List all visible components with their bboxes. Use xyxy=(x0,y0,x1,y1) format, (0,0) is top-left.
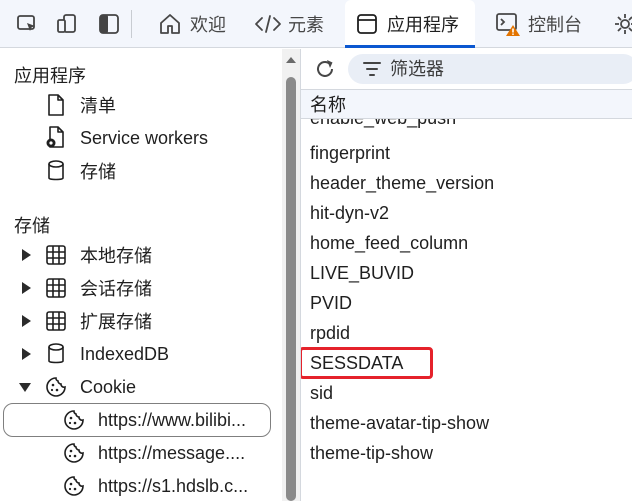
tab-elements[interactable]: 元素 xyxy=(248,0,330,48)
scroll-up-arrow-icon[interactable] xyxy=(286,57,296,63)
sidebar-item-session-storage[interactable]: 会话存储 xyxy=(0,272,282,304)
sidebar-item-indexeddb[interactable]: IndexedDB xyxy=(0,338,282,370)
cookie-icon xyxy=(62,474,86,498)
sidebar-scrollbar[interactable] xyxy=(282,49,300,501)
tab-label: 元素 xyxy=(288,15,324,35)
document-icon xyxy=(44,93,68,117)
cell-name: rpdid xyxy=(310,322,351,343)
cookies-panel: 名称 enable_web_push fingerprint header_th… xyxy=(300,49,632,501)
cell-name: fingerprint xyxy=(310,142,391,163)
toolbar-divider xyxy=(131,10,132,38)
sidebar-item-cookie[interactable]: Cookie xyxy=(0,371,282,403)
tab-welcome[interactable]: 欢迎 xyxy=(150,0,232,48)
sidebar-item-label: 会话存储 xyxy=(80,279,152,299)
table-row[interactable]: theme-avatar-tip-show xyxy=(301,408,632,438)
expand-arrow-icon[interactable] xyxy=(22,348,31,360)
sidebar-item-manifest[interactable]: 清单 xyxy=(0,89,282,121)
cell-name: hit-dyn-v2 xyxy=(310,202,390,223)
column-header-label: 名称 xyxy=(310,95,346,115)
sidebar-item-label: https://s1.hdslb.c... xyxy=(98,475,249,496)
console-warning-icon xyxy=(494,10,522,38)
section-title-storage: 存储 xyxy=(14,216,50,236)
sidebar-item-label: 存储 xyxy=(80,162,116,182)
cell-name: sid xyxy=(310,382,334,403)
application-sidebar: 应用程序 清单 Service workers 存储 存储 本地存储 会话存储 xyxy=(0,49,282,501)
home-icon xyxy=(156,10,184,38)
grid-icon xyxy=(44,243,68,267)
tab-console[interactable]: 控制台 xyxy=(488,0,588,48)
table-row[interactable]: hit-dyn-v2 xyxy=(301,198,632,228)
sidebar-item-label: Service workers xyxy=(80,127,209,148)
sidebar-item-service-workers[interactable]: Service workers xyxy=(0,122,282,154)
filter-input[interactable] xyxy=(390,58,590,80)
sidebar-item-label: Cookie xyxy=(80,376,137,397)
cell-name: header_theme_version xyxy=(310,172,495,193)
cell-name: enable_web_push xyxy=(310,119,456,129)
tab-label: 控制台 xyxy=(528,15,582,35)
cookie-table-body: enable_web_push fingerprint header_theme… xyxy=(301,119,632,501)
cell-name: theme-avatar-tip-show xyxy=(310,412,490,433)
table-row[interactable]: home_feed_column xyxy=(301,228,632,258)
sidebar-item-label: https://message.... xyxy=(98,442,246,463)
sidebar-item-cookie-site[interactable]: https://message.... xyxy=(0,437,282,469)
sidebar-item-cookie-site[interactable]: https://www.bilibi... xyxy=(0,404,282,436)
table-row[interactable]: PVID xyxy=(301,288,632,318)
cell-name: LIVE_BUVID xyxy=(310,262,415,283)
sidebar-item-label: 本地存储 xyxy=(80,246,152,266)
table-row[interactable]: header_theme_version xyxy=(301,168,632,198)
table-row[interactable]: theme-tip-show xyxy=(301,438,632,468)
filter-box[interactable] xyxy=(348,54,632,84)
tab-label: 应用程序 xyxy=(387,15,459,35)
sidebar-item-label: IndexedDB xyxy=(80,343,170,364)
table-row[interactable]: rpdid xyxy=(301,318,632,348)
collapse-arrow-icon[interactable] xyxy=(19,383,31,392)
cell-name: theme-tip-show xyxy=(310,442,434,463)
sidebar-item-cookie-site[interactable]: https://s1.hdslb.c... xyxy=(0,470,282,501)
expand-arrow-icon[interactable] xyxy=(22,282,31,294)
cookie-icon xyxy=(62,441,86,465)
grid-icon xyxy=(44,309,68,333)
cell-name: home_feed_column xyxy=(310,232,469,253)
sidebar-item-storage[interactable]: 存储 xyxy=(0,155,282,187)
sidebar-item-local-storage[interactable]: 本地存储 xyxy=(0,239,282,271)
database-icon xyxy=(44,159,68,183)
red-highlight-box xyxy=(301,347,433,379)
more-tools-icon[interactable] xyxy=(610,9,632,39)
column-header-name[interactable]: 名称 xyxy=(301,89,632,119)
tab-application[interactable]: 应用程序 xyxy=(345,0,475,48)
sidebar-item-label: 清单 xyxy=(80,96,116,116)
application-window-icon xyxy=(353,10,381,38)
table-row[interactable]: LIVE_BUVID xyxy=(301,258,632,288)
code-icon xyxy=(254,10,282,38)
sidebar-item-label: 扩展存储 xyxy=(80,312,152,332)
refresh-icon[interactable] xyxy=(311,55,339,83)
sidebar-item-label: https://www.bilibi... xyxy=(98,409,247,430)
cookie-icon xyxy=(44,375,68,399)
sidebar-item-extension-storage[interactable]: 扩展存储 xyxy=(0,305,282,337)
gear-document-icon xyxy=(44,126,68,150)
device-toolbar-icon[interactable] xyxy=(52,9,82,39)
cell-name: PVID xyxy=(310,292,353,313)
inspect-element-icon[interactable] xyxy=(12,9,42,39)
database-icon xyxy=(44,342,68,366)
table-row[interactable]: sid xyxy=(301,378,632,408)
toggle-sidebar-icon[interactable] xyxy=(94,9,124,39)
devtools-toolbar: 欢迎 元素 应用程序 控制台 xyxy=(0,0,632,48)
table-row[interactable]: enable_web_push xyxy=(301,119,632,133)
filter-icon xyxy=(362,59,382,79)
scrollbar-thumb[interactable] xyxy=(286,77,296,501)
expand-arrow-icon[interactable] xyxy=(22,249,31,261)
table-row[interactable]: fingerprint xyxy=(301,138,632,168)
section-title-application: 应用程序 xyxy=(14,66,86,86)
tab-label: 欢迎 xyxy=(190,15,226,35)
cookie-icon xyxy=(62,408,86,432)
grid-icon xyxy=(44,276,68,300)
expand-arrow-icon[interactable] xyxy=(22,315,31,327)
